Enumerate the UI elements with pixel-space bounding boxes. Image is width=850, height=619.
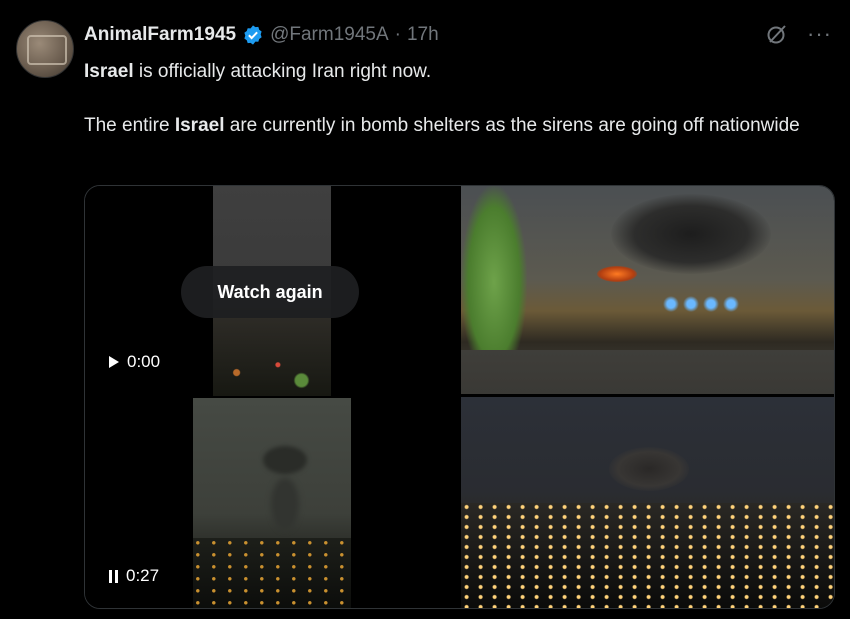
video-player[interactable]: Watch again 0:00 0:27	[85, 186, 458, 608]
video-time-2: 0:27	[126, 566, 160, 585]
clip-1-buildings	[213, 318, 331, 396]
paragraph-2-pre: The entire	[84, 115, 175, 136]
tweet-paragraph-2: The entire Israel are currently in bomb …	[84, 112, 824, 139]
more-icon[interactable]: ···	[807, 23, 832, 45]
tweet-paragraph-1: Israel is officially attacking Iran righ…	[84, 58, 824, 85]
avatar-image	[27, 35, 67, 65]
paragraph-1-text: is officially attacking Iran right now.	[133, 61, 432, 82]
timestamp[interactable]: 17h	[407, 24, 439, 46]
media-grid: Watch again 0:00 0:27	[84, 185, 835, 609]
video-clip-2[interactable]	[193, 398, 351, 608]
photo-2-city	[461, 503, 834, 608]
photo-fire-smoke[interactable]	[461, 186, 834, 394]
verified-badge-icon[interactable]	[242, 24, 264, 46]
paragraph-2-rest: are currently in bomb shelters as the si…	[224, 115, 800, 136]
clip-2-smoke-top	[263, 446, 307, 474]
play-icon[interactable]	[109, 356, 119, 368]
video-timer-1[interactable]: 0:00	[109, 352, 160, 372]
separator-dot: ·	[394, 24, 401, 45]
user-handle[interactable]: @Farm1945A	[270, 24, 389, 46]
avatar[interactable]	[16, 20, 74, 78]
video-time-1: 0:00	[127, 352, 161, 371]
video-timer-2[interactable]: 0:27	[109, 566, 159, 586]
watch-again-button[interactable]: Watch again	[181, 266, 359, 318]
clip-2-smoke-column	[271, 478, 299, 530]
photo-1-fire	[597, 266, 637, 282]
clip-2-city-lights	[193, 538, 351, 608]
photo-1-tree	[461, 186, 527, 361]
hashtag-israel-2[interactable]: Israel	[175, 115, 225, 136]
tweet-header: AnimalFarm1945 @Farm1945A · 17h	[84, 22, 439, 48]
tweet-text: Israel is officially attacking Iran righ…	[84, 58, 824, 139]
grok-icon[interactable]	[765, 22, 789, 46]
display-name[interactable]: AnimalFarm1945	[84, 24, 236, 46]
tweet-actions-top: ···	[765, 22, 832, 46]
photo-1-smoke	[611, 194, 771, 274]
hashtag-israel-1[interactable]: Israel	[84, 61, 134, 82]
photo-city-smoke[interactable]	[461, 397, 834, 608]
photo-1-wall	[461, 350, 834, 394]
pause-icon[interactable]	[109, 569, 118, 583]
photo-1-lights	[661, 296, 741, 312]
photo-2-smoke	[609, 447, 689, 491]
